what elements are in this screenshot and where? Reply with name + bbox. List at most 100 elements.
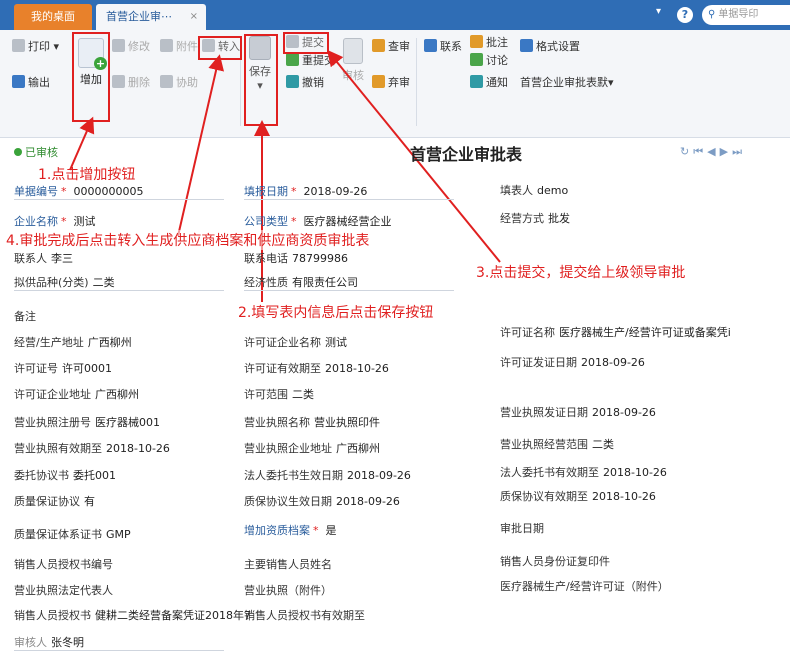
field-label: 质保协议有效期至: [500, 490, 588, 503]
field-value[interactable]: 0000000005: [74, 185, 144, 198]
first-icon[interactable]: ⏮: [693, 145, 707, 158]
field-economic-nature: 经济性质 有限责任公司: [244, 274, 358, 290]
field-company-name: 企业名称 * 测试: [14, 215, 96, 228]
status-badge: 已审核: [14, 144, 58, 160]
divider: [14, 650, 224, 651]
field-value[interactable]: 广西柳州: [88, 336, 132, 349]
field-label: 许可证发证日期: [500, 356, 577, 369]
field-contact: 联系人 李三: [14, 250, 73, 266]
field-address: 经营/生产地址 广西柳州: [14, 334, 132, 350]
field-filler: 填表人 demo: [500, 182, 568, 198]
annotation-step-1: 1.点击增加按钮: [38, 167, 136, 183]
field-value[interactable]: 二类: [292, 388, 314, 401]
field-label: 销售人员授权书编号: [14, 558, 113, 571]
field-fill-date: 填报日期 * 2018-09-26: [244, 185, 368, 198]
field-value[interactable]: 批发: [548, 212, 570, 225]
field-audit-date: 审批日期: [500, 520, 548, 536]
field-value[interactable]: 医疗器械经营企业: [304, 215, 392, 228]
next-icon[interactable]: ▶: [720, 145, 732, 158]
field-value[interactable]: 2018-09-26: [304, 185, 368, 198]
field-value[interactable]: 有: [84, 495, 95, 508]
field-label: 销售人员授权书有效期至: [244, 609, 365, 622]
field-value[interactable]: 78799986: [292, 252, 348, 265]
field-license-scope: 许可范围 二类: [244, 386, 314, 402]
field-value[interactable]: 广西柳州: [95, 388, 139, 401]
field-label: 企业名称: [14, 215, 58, 228]
field-sales-name: 主要销售人员姓名: [244, 556, 336, 572]
field-license-number: 许可证号 许可0001: [14, 360, 112, 376]
field-value[interactable]: GMP: [106, 528, 131, 541]
prev-icon[interactable]: ◀: [707, 145, 719, 158]
field-value[interactable]: 2018-10-26: [603, 466, 667, 479]
field-license-name: 许可证名称 医疗器械生产/经营许可证或备案凭i: [500, 324, 731, 340]
field-value[interactable]: 李三: [51, 252, 73, 265]
field-value[interactable]: 委托001: [73, 469, 116, 482]
field-label: 营业执照法定代表人: [14, 584, 113, 597]
refresh-icon[interactable]: ↻: [680, 145, 693, 158]
field-label: 许可证企业地址: [14, 388, 91, 401]
field-bl-name: 营业执照名称 营业执照印件: [244, 414, 380, 430]
field-qa-cert: 质量保证体系证书 GMP: [14, 526, 131, 542]
field-license-company: 许可证企业名称 测试: [244, 334, 347, 350]
field-value[interactable]: demo: [537, 184, 568, 197]
field-label: 营业执照名称: [244, 416, 310, 429]
field-label: 审批日期: [500, 522, 544, 535]
field-label: 许可范围: [244, 388, 288, 401]
field-value[interactable]: 2018-10-26: [592, 490, 656, 503]
field-value[interactable]: 二类: [93, 276, 115, 289]
last-icon[interactable]: ⏭: [732, 145, 746, 158]
field-value[interactable]: 2018-09-26: [336, 495, 400, 508]
field-value[interactable]: 2018-09-26: [592, 406, 656, 419]
field-label: 委托协议书: [14, 469, 69, 482]
field-value[interactable]: 医疗器械生产/经营许可证或备案凭i: [559, 326, 731, 339]
field-label: 拟供品种(分类): [14, 276, 89, 289]
field-bl-regno: 营业执照注册号 医疗器械001: [14, 414, 160, 430]
field-med-license: 医疗器械生产/经营许可证（附件）: [500, 578, 673, 594]
field-label: 增加资质档案: [244, 524, 310, 537]
field-label: 法人委托书生效日期: [244, 469, 343, 482]
field-value[interactable]: 广西柳州: [336, 442, 380, 455]
field-label: 质量保证体系证书: [14, 528, 102, 541]
field-value[interactable]: 测试: [325, 336, 347, 349]
field-label: 填表人: [500, 184, 533, 197]
field-value[interactable]: 2018-10-26: [325, 362, 389, 375]
field-label: 审核人: [14, 636, 47, 649]
field-label: 单据编号: [14, 185, 58, 198]
field-label: 质量保证协议: [14, 495, 80, 508]
divider: [244, 290, 454, 291]
field-value[interactable]: 测试: [74, 215, 96, 228]
field-value[interactable]: 张冬明: [51, 636, 84, 649]
field-value[interactable]: 营业执照印件: [314, 416, 380, 429]
field-value[interactable]: 健耕二类经营备案凭证2018年7: [95, 609, 251, 622]
field-value[interactable]: 医疗器械001: [95, 416, 160, 429]
field-sales-auth-no: 销售人员授权书编号: [14, 556, 117, 572]
field-label: 营业执照有效期至: [14, 442, 102, 455]
field-label: 营业执照（附件）: [244, 584, 332, 597]
field-remark: 备注: [14, 308, 40, 324]
field-value[interactable]: 是: [326, 524, 337, 537]
field-doc-number: 单据编号 * 0000000005: [14, 185, 144, 198]
field-label: 经济性质: [244, 276, 288, 289]
field-legal-date: 法人委托书生效日期 2018-09-26: [244, 467, 411, 483]
annotation-step-2: 2.填写表内信息后点击保存按钮: [238, 305, 434, 321]
field-value[interactable]: 二类: [592, 438, 614, 451]
field-operation-mode: 经营方式 批发: [500, 210, 570, 226]
field-qa-valid: 质保协议有效期至 2018-10-26: [500, 488, 656, 504]
annotation-step-4: 4.审批完成后点击转入生成供应商档案和供应商资质审批表: [6, 230, 370, 250]
field-qa: 质量保证协议有: [14, 493, 95, 509]
field-label: 营业执照企业地址: [244, 442, 332, 455]
field-label: 备注: [14, 310, 36, 323]
divider: [14, 199, 224, 200]
field-value[interactable]: 许可0001: [62, 362, 112, 375]
field-label: 经营/生产地址: [14, 336, 84, 349]
field-bl-scope: 营业执照经营范围 二类: [500, 436, 614, 452]
field-label: 营业执照经营范围: [500, 438, 588, 451]
field-value[interactable]: 2018-09-26: [581, 356, 645, 369]
field-value[interactable]: 有限责任公司: [292, 276, 358, 289]
field-value[interactable]: 2018-09-26: [347, 469, 411, 482]
status-text: 已审核: [25, 146, 58, 159]
field-value[interactable]: 2018-10-26: [106, 442, 170, 455]
field-sales-auth-valid: 销售人员授权书有效期至: [244, 607, 369, 623]
field-label: 法人委托书有效期至: [500, 466, 599, 479]
field-label: 质保协议生效日期: [244, 495, 332, 508]
